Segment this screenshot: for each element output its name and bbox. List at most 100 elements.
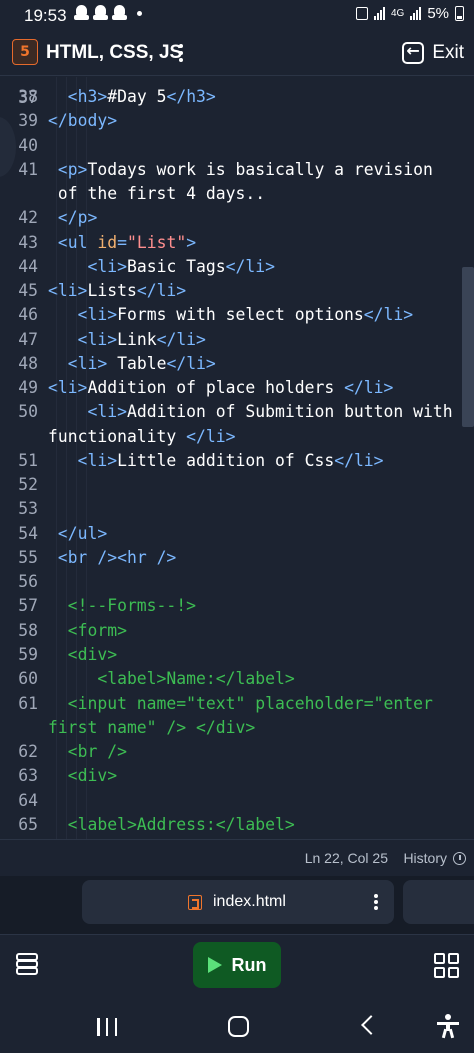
status-right: 4G 5% <box>355 5 464 22</box>
code-text: <li>Addition of place holders </li> <box>48 378 394 398</box>
line-number: 58 <box>18 620 38 640</box>
line-number: 49 <box>18 378 38 398</box>
indent-guide <box>86 77 87 839</box>
indent-guide <box>66 77 67 839</box>
line-number: 39 <box>18 111 38 131</box>
cursor-position: Ln 22, Col 25 <box>304 850 388 866</box>
code-text: <li>Little addition of Css</li> <box>77 450 384 470</box>
html5-logo-icon: 5 <box>12 39 38 65</box>
line-number: 53 <box>18 499 38 519</box>
code-text: <li>Link</li> <box>77 329 206 349</box>
status-bar: 19:53 4G 5% <box>0 0 474 30</box>
file-tab-next[interactable] <box>403 880 474 924</box>
line-number: 64 <box>18 790 38 810</box>
line-number: 59 <box>18 644 38 664</box>
file-tabs: index.html <box>0 876 474 934</box>
code-text: <label>Name:</label> <box>48 669 295 689</box>
exit-label: Exit <box>432 42 464 63</box>
code-text: of the first 4 days.. <box>48 184 266 204</box>
run-button[interactable]: Run <box>193 942 281 988</box>
indent-guide <box>56 77 57 839</box>
line-number: 57 <box>18 596 38 616</box>
line-number: 41 <box>18 159 38 179</box>
notification-icon <box>93 5 108 21</box>
line-number: 63 <box>18 766 38 786</box>
signal-icon <box>410 7 422 20</box>
line-number: 65 <box>18 814 38 834</box>
exit-icon <box>402 41 425 64</box>
network-type: 4G <box>390 8 405 19</box>
code-text: <ul id="List"> <box>57 232 197 252</box>
code-text: <li>Forms with select options</li> <box>77 305 414 325</box>
line-number: 38 <box>18 87 38 106</box>
code-text: <li>Addition of Submition button with <box>87 402 453 422</box>
dot-icon <box>137 10 142 16</box>
status-time: 19:53 <box>24 6 67 25</box>
code-text: <li>Lists</li> <box>48 281 187 301</box>
files-panel-icon[interactable] <box>16 953 38 975</box>
line-number: 54 <box>18 523 38 543</box>
app-title: HTML, CSS, JS <box>46 42 183 63</box>
scrollbar-thumb[interactable] <box>462 267 474 427</box>
code-text: <br /> <box>48 742 127 762</box>
run-label: Run <box>231 954 267 975</box>
code-text: <h3>#Day 5</h3> <box>67 87 216 106</box>
line-number: 52 <box>18 475 38 495</box>
play-icon <box>207 957 222 973</box>
notification-icon <box>74 5 89 21</box>
line-number: 44 <box>18 256 38 276</box>
file-tab-active[interactable]: index.html <box>82 880 394 924</box>
battery-icon <box>455 6 464 21</box>
code-text: <li>Basic Tags</li> <box>87 256 275 276</box>
grid-view-icon[interactable] <box>434 953 460 979</box>
exit-button[interactable]: Exit <box>402 38 464 68</box>
code-text: <input name="text" placeholder="enter <box>48 693 433 713</box>
line-number: 46 <box>18 305 38 325</box>
lock-icon <box>355 7 368 20</box>
history-label: History <box>403 850 447 866</box>
code-editor[interactable]: 37 38 <h3>#Day 5</h3> 39 </body> 40 41 <p>To… <box>0 77 474 839</box>
code-text: first name" /> </div> <box>48 717 256 737</box>
line-number: 51 <box>18 450 38 470</box>
more-options-icon[interactable] <box>176 42 186 64</box>
line-number: 45 <box>18 281 38 301</box>
line-number: 61 <box>18 693 38 713</box>
code-text: <div> <box>48 766 118 786</box>
back-icon[interactable] <box>361 1015 381 1035</box>
code-text: <!--Forms--!> <box>48 596 197 616</box>
editor-status-bar: Ln 22, Col 25 History <box>0 839 474 875</box>
line-number: 56 <box>18 572 38 592</box>
code-text: <label>Address:</label> <box>48 814 295 834</box>
file-tab-name: index.html <box>213 893 286 910</box>
code-text: <li> Table</li> <box>67 353 216 373</box>
battery-percent: 5% <box>427 5 449 22</box>
line-number: 55 <box>18 547 38 567</box>
line-number: 40 <box>18 135 38 155</box>
line-number: 62 <box>18 742 38 762</box>
code-text: <form> <box>48 620 127 640</box>
file-tab-menu-icon[interactable] <box>374 894 378 910</box>
line-number: 47 <box>18 329 38 349</box>
history-icon <box>453 851 466 865</box>
accessibility-icon[interactable] <box>437 1014 459 1039</box>
history-button[interactable]: History <box>403 850 466 866</box>
code-text: <br /><hr /> <box>57 547 177 567</box>
logo-label: 5 <box>20 44 30 60</box>
line-number: 60 <box>18 669 38 689</box>
recent-apps-icon[interactable] <box>97 1018 117 1036</box>
html-file-icon <box>188 895 202 910</box>
indent-guide <box>76 77 77 839</box>
line-number: 50 <box>18 402 38 422</box>
system-nav-bar <box>0 994 474 1053</box>
home-icon[interactable] <box>228 1016 249 1037</box>
code-text: <p>Todays work is basically a revision <box>57 159 433 179</box>
notification-area <box>74 5 142 21</box>
line-number: 43 <box>18 232 38 252</box>
line-number: 42 <box>18 208 38 228</box>
signal-icon <box>373 7 385 20</box>
notification-icon <box>112 5 127 21</box>
app-header: 5 HTML, CSS, JS Exit <box>0 30 474 76</box>
code-text: <div> <box>48 644 118 664</box>
code-text: </body> <box>48 111 118 131</box>
line-number: 48 <box>18 353 38 373</box>
